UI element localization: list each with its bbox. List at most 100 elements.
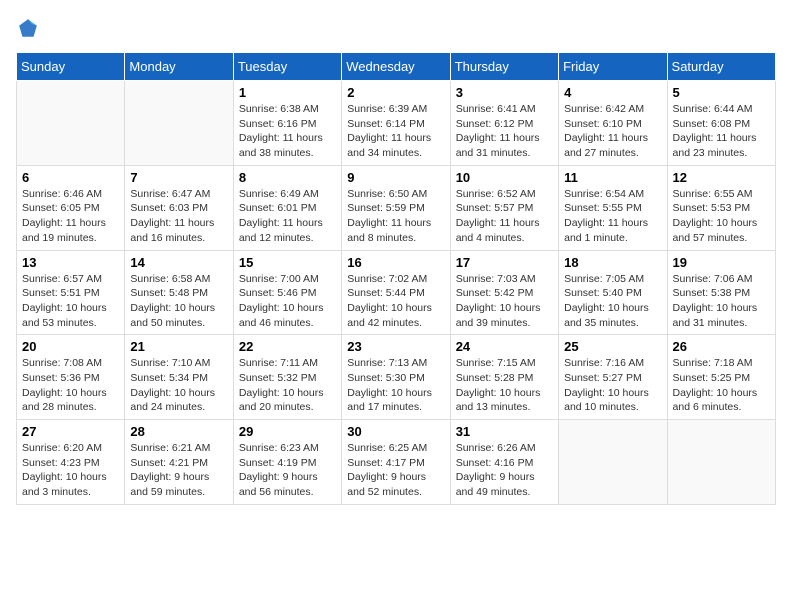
day-info: Sunrise: 7:13 AMSunset: 5:30 PMDaylight:… [347,356,444,415]
calendar-cell: 13Sunrise: 6:57 AMSunset: 5:51 PMDayligh… [17,250,125,335]
day-info: Sunrise: 6:47 AMSunset: 6:03 PMDaylight:… [130,187,227,246]
calendar-cell [667,420,775,505]
logo-icon [16,16,40,40]
calendar-cell: 30 Sunrise: 6:25 AMSunset: 4:17 PMDayligh… [342,420,450,505]
day-number: 25 [564,339,661,354]
calendar-cell [125,81,233,166]
calendar-cell: 28 Sunrise: 6:21 AMSunset: 4:21 PMDayligh… [125,420,233,505]
calendar-cell: 8Sunrise: 6:49 AMSunset: 6:01 PMDaylight… [233,165,341,250]
day-number: 11 [564,170,661,185]
day-number: 12 [673,170,770,185]
day-info: Sunrise: 6:52 AMSunset: 5:57 PMDaylight:… [456,187,553,246]
weekday-header-friday: Friday [559,53,667,81]
day-info: Sunrise: 6:54 AMSunset: 5:55 PMDaylight:… [564,187,661,246]
day-info: Sunrise: 6:23 AMSunset: 4:19 PMDaylight:… [239,441,336,500]
day-number: 26 [673,339,770,354]
day-number: 27 [22,424,119,439]
calendar-cell: 4Sunrise: 6:42 AMSunset: 6:10 PMDaylight… [559,81,667,166]
calendar-cell: 9 Sunrise: 6:50 AMSunset: 5:59 PMDaylight… [342,165,450,250]
day-info: Sunrise: 7:06 AMSunset: 5:38 PMDaylight:… [673,272,770,331]
day-info: Sunrise: 7:08 AMSunset: 5:36 PMDaylight:… [22,356,119,415]
day-number: 2 [347,85,444,100]
calendar-cell: 20 Sunrise: 7:08 AMSunset: 5:36 PMDayligh… [17,335,125,420]
calendar-table: SundayMondayTuesdayWednesdayThursdayFrid… [16,52,776,505]
weekday-header-sunday: Sunday [17,53,125,81]
calendar-cell [17,81,125,166]
day-info: Sunrise: 6:39 AMSunset: 6:14 PMDaylight:… [347,102,444,161]
day-info: Sunrise: 6:50 AMSunset: 5:59 PMDaylight:… [347,187,444,246]
page-header [16,16,776,40]
weekday-header-thursday: Thursday [450,53,558,81]
calendar-week-5: 27Sunrise: 6:20 AMSunset: 4:23 PMDayligh… [17,420,776,505]
day-number: 21 [130,339,227,354]
day-number: 14 [130,255,227,270]
day-info: Sunrise: 7:03 AMSunset: 5:42 PMDaylight:… [456,272,553,331]
calendar-cell: 1 Sunrise: 6:38 AMSunset: 6:16 PMDaylight… [233,81,341,166]
calendar-cell: 3 Sunrise: 6:41 AMSunset: 6:12 PMDaylight… [450,81,558,166]
calendar-cell [559,420,667,505]
day-info: Sunrise: 6:49 AMSunset: 6:01 PMDaylight:… [239,187,336,246]
day-number: 22 [239,339,336,354]
calendar-cell: 21 Sunrise: 7:10 AMSunset: 5:34 PMDayligh… [125,335,233,420]
calendar-cell: 5 Sunrise: 6:44 AMSunset: 6:08 PMDaylight… [667,81,775,166]
calendar-cell: 19 Sunrise: 7:06 AMSunset: 5:38 PMDayligh… [667,250,775,335]
calendar-week-4: 20 Sunrise: 7:08 AMSunset: 5:36 PMDayligh… [17,335,776,420]
day-info: Sunrise: 6:21 AMSunset: 4:21 PMDaylight:… [130,441,227,500]
day-info: Sunrise: 7:18 AMSunset: 5:25 PMDaylight:… [673,356,770,415]
day-info: Sunrise: 6:46 AMSunset: 6:05 PMDaylight:… [22,187,119,246]
day-info: Sunrise: 6:55 AMSunset: 5:53 PMDaylight:… [673,187,770,246]
day-number: 31 [456,424,553,439]
day-number: 29 [239,424,336,439]
day-info: Sunrise: 7:10 AMSunset: 5:34 PMDaylight:… [130,356,227,415]
day-info: Sunrise: 6:26 AMSunset: 4:16 PMDaylight:… [456,441,553,500]
calendar-cell: 22 Sunrise: 7:11 AMSunset: 5:32 PMDayligh… [233,335,341,420]
day-number: 24 [456,339,553,354]
day-info: Sunrise: 6:41 AMSunset: 6:12 PMDaylight:… [456,102,553,161]
day-info: Sunrise: 6:38 AMSunset: 6:16 PMDaylight:… [239,102,336,161]
day-number: 20 [22,339,119,354]
weekday-header-tuesday: Tuesday [233,53,341,81]
calendar-cell: 24 Sunrise: 7:15 AMSunset: 5:28 PMDayligh… [450,335,558,420]
day-number: 13 [22,255,119,270]
day-number: 23 [347,339,444,354]
day-number: 15 [239,255,336,270]
day-info: Sunrise: 7:05 AMSunset: 5:40 PMDaylight:… [564,272,661,331]
day-number: 9 [347,170,444,185]
day-number: 5 [673,85,770,100]
calendar-cell: 18Sunrise: 7:05 AMSunset: 5:40 PMDayligh… [559,250,667,335]
calendar-week-3: 13Sunrise: 6:57 AMSunset: 5:51 PMDayligh… [17,250,776,335]
day-info: Sunrise: 6:58 AMSunset: 5:48 PMDaylight:… [130,272,227,331]
calendar-cell: 11 Sunrise: 6:54 AMSunset: 5:55 PMDayligh… [559,165,667,250]
day-number: 1 [239,85,336,100]
day-number: 10 [456,170,553,185]
day-info: Sunrise: 7:15 AMSunset: 5:28 PMDaylight:… [456,356,553,415]
calendar-cell: 12 Sunrise: 6:55 AMSunset: 5:53 PMDayligh… [667,165,775,250]
calendar-cell: 15 Sunrise: 7:00 AMSunset: 5:46 PMDayligh… [233,250,341,335]
calendar-cell: 25 Sunrise: 7:16 AMSunset: 5:27 PMDayligh… [559,335,667,420]
day-info: Sunrise: 6:42 AMSunset: 6:10 PMDaylight:… [564,102,661,161]
calendar-cell: 17 Sunrise: 7:03 AMSunset: 5:42 PMDayligh… [450,250,558,335]
calendar-cell: 16 Sunrise: 7:02 AMSunset: 5:44 PMDayligh… [342,250,450,335]
calendar-cell: 29 Sunrise: 6:23 AMSunset: 4:19 PMDayligh… [233,420,341,505]
weekday-header-saturday: Saturday [667,53,775,81]
calendar-cell: 14 Sunrise: 6:58 AMSunset: 5:48 PMDayligh… [125,250,233,335]
day-info: Sunrise: 7:02 AMSunset: 5:44 PMDaylight:… [347,272,444,331]
day-info: Sunrise: 7:16 AMSunset: 5:27 PMDaylight:… [564,356,661,415]
calendar-cell: 7 Sunrise: 6:47 AMSunset: 6:03 PMDaylight… [125,165,233,250]
logo [16,16,44,40]
day-info: Sunrise: 7:00 AMSunset: 5:46 PMDaylight:… [239,272,336,331]
day-info: Sunrise: 6:25 AMSunset: 4:17 PMDaylight:… [347,441,444,500]
weekday-header-monday: Monday [125,53,233,81]
day-number: 30 [347,424,444,439]
day-number: 16 [347,255,444,270]
calendar-week-1: 1 Sunrise: 6:38 AMSunset: 6:16 PMDaylight… [17,81,776,166]
day-number: 28 [130,424,227,439]
day-number: 19 [673,255,770,270]
day-number: 17 [456,255,553,270]
weekday-header-wednesday: Wednesday [342,53,450,81]
day-number: 3 [456,85,553,100]
day-number: 7 [130,170,227,185]
day-info: Sunrise: 7:11 AMSunset: 5:32 PMDaylight:… [239,356,336,415]
day-info: Sunrise: 6:44 AMSunset: 6:08 PMDaylight:… [673,102,770,161]
day-number: 6 [22,170,119,185]
